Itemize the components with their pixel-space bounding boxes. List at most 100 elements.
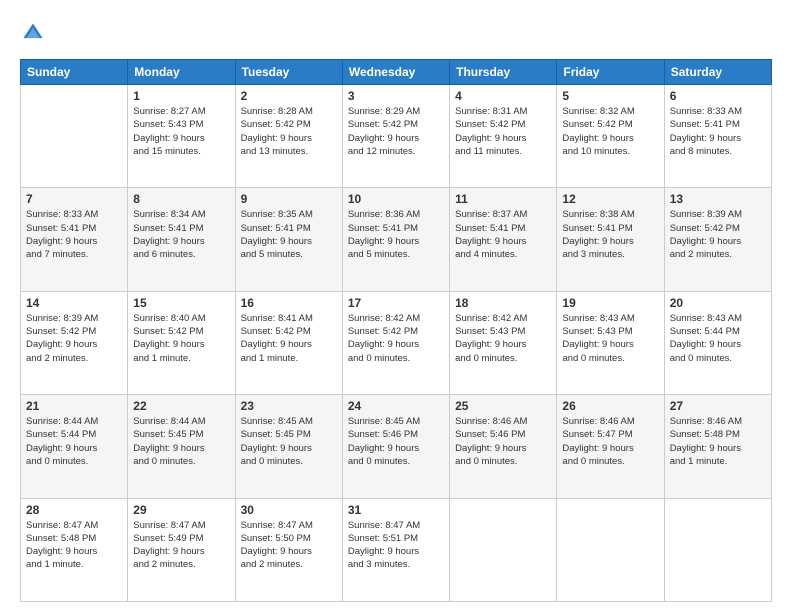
- calendar-cell: 10 Sunrise: 8:36 AM Sunset: 5:41 PM Dayli…: [342, 188, 449, 291]
- day-info: Sunrise: 8:32 AM Sunset: 5:42 PM Dayligh…: [562, 105, 658, 158]
- day-number: 7: [26, 192, 122, 206]
- calendar-cell: 7Sunrise: 8:33 AM Sunset: 5:41 PM Daylig…: [21, 188, 128, 291]
- calendar-cell: [450, 498, 557, 601]
- day-number: 28: [26, 503, 122, 517]
- day-info: Sunrise: 8:36 AM Sunset: 5:41 PM Dayligh…: [348, 208, 444, 261]
- calendar-cell: 9 Sunrise: 8:35 AM Sunset: 5:41 PM Daylig…: [235, 188, 342, 291]
- day-number: 13: [670, 192, 766, 206]
- day-info: Sunrise: 8:47 AM Sunset: 5:50 PM Dayligh…: [241, 519, 337, 572]
- day-info: Sunrise: 8:41 AM Sunset: 5:42 PM Dayligh…: [241, 312, 337, 365]
- calendar-cell: 13 Sunrise: 8:39 AM Sunset: 5:42 PM Dayli…: [664, 188, 771, 291]
- weekday-header-monday: Monday: [128, 60, 235, 85]
- day-number: 3: [348, 89, 444, 103]
- day-number: 25: [455, 399, 551, 413]
- day-info: Sunrise: 8:35 AM Sunset: 5:41 PM Dayligh…: [241, 208, 337, 261]
- day-number: 29: [133, 503, 229, 517]
- day-info: Sunrise: 8:47 AM Sunset: 5:49 PM Dayligh…: [133, 519, 229, 572]
- calendar-cell: 26 Sunrise: 8:46 AM Sunset: 5:47 PM Dayli…: [557, 395, 664, 498]
- day-number: 20: [670, 296, 766, 310]
- weekday-header-sunday: Sunday: [21, 60, 128, 85]
- day-number: 27: [670, 399, 766, 413]
- calendar-cell: 6 Sunrise: 8:33 AM Sunset: 5:41 PM Daylig…: [664, 85, 771, 188]
- day-number: 9: [241, 192, 337, 206]
- calendar-cell: 14Sunrise: 8:39 AM Sunset: 5:42 PM Dayli…: [21, 291, 128, 394]
- day-info: Sunrise: 8:33 AM Sunset: 5:41 PM Dayligh…: [670, 105, 766, 158]
- calendar-cell: 4 Sunrise: 8:31 AM Sunset: 5:42 PM Daylig…: [450, 85, 557, 188]
- calendar-cell: 18 Sunrise: 8:42 AM Sunset: 5:43 PM Dayli…: [450, 291, 557, 394]
- calendar-cell: 24 Sunrise: 8:45 AM Sunset: 5:46 PM Dayli…: [342, 395, 449, 498]
- day-info: Sunrise: 8:46 AM Sunset: 5:46 PM Dayligh…: [455, 415, 551, 468]
- day-info: Sunrise: 8:47 AM Sunset: 5:48 PM Dayligh…: [26, 519, 122, 572]
- day-info: Sunrise: 8:45 AM Sunset: 5:46 PM Dayligh…: [348, 415, 444, 468]
- day-number: 15: [133, 296, 229, 310]
- day-info: Sunrise: 8:47 AM Sunset: 5:51 PM Dayligh…: [348, 519, 444, 572]
- day-info: Sunrise: 8:37 AM Sunset: 5:41 PM Dayligh…: [455, 208, 551, 261]
- day-info: Sunrise: 8:27 AM Sunset: 5:43 PM Dayligh…: [133, 105, 229, 158]
- calendar-cell: 8 Sunrise: 8:34 AM Sunset: 5:41 PM Daylig…: [128, 188, 235, 291]
- day-info: Sunrise: 8:39 AM Sunset: 5:42 PM Dayligh…: [26, 312, 122, 365]
- day-info: Sunrise: 8:42 AM Sunset: 5:42 PM Dayligh…: [348, 312, 444, 365]
- day-info: Sunrise: 8:44 AM Sunset: 5:45 PM Dayligh…: [133, 415, 229, 468]
- day-number: 17: [348, 296, 444, 310]
- weekday-header-saturday: Saturday: [664, 60, 771, 85]
- day-info: Sunrise: 8:40 AM Sunset: 5:42 PM Dayligh…: [133, 312, 229, 365]
- calendar-cell: 11 Sunrise: 8:37 AM Sunset: 5:41 PM Dayli…: [450, 188, 557, 291]
- calendar-cell: [557, 498, 664, 601]
- day-number: 11: [455, 192, 551, 206]
- calendar-cell: 28 Sunrise: 8:47 AM Sunset: 5:48 PM Dayli…: [21, 498, 128, 601]
- calendar-cell: 15 Sunrise: 8:40 AM Sunset: 5:42 PM Dayli…: [128, 291, 235, 394]
- day-info: Sunrise: 8:46 AM Sunset: 5:48 PM Dayligh…: [670, 415, 766, 468]
- day-info: Sunrise: 8:29 AM Sunset: 5:42 PM Dayligh…: [348, 105, 444, 158]
- calendar-cell: 29 Sunrise: 8:47 AM Sunset: 5:49 PM Dayli…: [128, 498, 235, 601]
- calendar-cell: 20 Sunrise: 8:43 AM Sunset: 5:44 PM Dayli…: [664, 291, 771, 394]
- day-number: 4: [455, 89, 551, 103]
- calendar-week-3: 14Sunrise: 8:39 AM Sunset: 5:42 PM Dayli…: [21, 291, 772, 394]
- calendar-cell: 25 Sunrise: 8:46 AM Sunset: 5:46 PM Dayli…: [450, 395, 557, 498]
- calendar-week-2: 7Sunrise: 8:33 AM Sunset: 5:41 PM Daylig…: [21, 188, 772, 291]
- calendar-cell: 27 Sunrise: 8:46 AM Sunset: 5:48 PM Dayli…: [664, 395, 771, 498]
- calendar-cell: [21, 85, 128, 188]
- day-number: 18: [455, 296, 551, 310]
- calendar-cell: 23 Sunrise: 8:45 AM Sunset: 5:45 PM Dayli…: [235, 395, 342, 498]
- calendar-cell: 19 Sunrise: 8:43 AM Sunset: 5:43 PM Dayli…: [557, 291, 664, 394]
- calendar-week-5: 28 Sunrise: 8:47 AM Sunset: 5:48 PM Dayli…: [21, 498, 772, 601]
- calendar-cell: 5 Sunrise: 8:32 AM Sunset: 5:42 PM Daylig…: [557, 85, 664, 188]
- day-number: 22: [133, 399, 229, 413]
- day-info: Sunrise: 8:42 AM Sunset: 5:43 PM Dayligh…: [455, 312, 551, 365]
- weekday-header-wednesday: Wednesday: [342, 60, 449, 85]
- day-info: Sunrise: 8:43 AM Sunset: 5:44 PM Dayligh…: [670, 312, 766, 365]
- day-info: Sunrise: 8:31 AM Sunset: 5:42 PM Dayligh…: [455, 105, 551, 158]
- calendar-cell: 2Sunrise: 8:28 AM Sunset: 5:42 PM Daylig…: [235, 85, 342, 188]
- day-info: Sunrise: 8:38 AM Sunset: 5:41 PM Dayligh…: [562, 208, 658, 261]
- calendar-cell: 1 Sunrise: 8:27 AM Sunset: 5:43 PM Daylig…: [128, 85, 235, 188]
- day-info: Sunrise: 8:39 AM Sunset: 5:42 PM Dayligh…: [670, 208, 766, 261]
- day-info: Sunrise: 8:43 AM Sunset: 5:43 PM Dayligh…: [562, 312, 658, 365]
- day-number: 1: [133, 89, 229, 103]
- logo: [20, 22, 44, 49]
- day-info: Sunrise: 8:45 AM Sunset: 5:45 PM Dayligh…: [241, 415, 337, 468]
- calendar-week-1: 1 Sunrise: 8:27 AM Sunset: 5:43 PM Daylig…: [21, 85, 772, 188]
- day-number: 10: [348, 192, 444, 206]
- weekday-header-tuesday: Tuesday: [235, 60, 342, 85]
- day-number: 8: [133, 192, 229, 206]
- calendar-cell: 31 Sunrise: 8:47 AM Sunset: 5:51 PM Dayli…: [342, 498, 449, 601]
- weekday-header-thursday: Thursday: [450, 60, 557, 85]
- day-number: 5: [562, 89, 658, 103]
- day-number: 19: [562, 296, 658, 310]
- calendar-cell: 16 Sunrise: 8:41 AM Sunset: 5:42 PM Dayli…: [235, 291, 342, 394]
- page-header: [20, 18, 772, 49]
- weekday-header-friday: Friday: [557, 60, 664, 85]
- calendar-cell: 3 Sunrise: 8:29 AM Sunset: 5:42 PM Daylig…: [342, 85, 449, 188]
- day-number: 24: [348, 399, 444, 413]
- day-number: 26: [562, 399, 658, 413]
- day-number: 31: [348, 503, 444, 517]
- day-number: 16: [241, 296, 337, 310]
- calendar-cell: 17 Sunrise: 8:42 AM Sunset: 5:42 PM Dayli…: [342, 291, 449, 394]
- day-info: Sunrise: 8:44 AM Sunset: 5:44 PM Dayligh…: [26, 415, 122, 468]
- day-info: Sunrise: 8:46 AM Sunset: 5:47 PM Dayligh…: [562, 415, 658, 468]
- day-number: 2: [241, 89, 337, 103]
- calendar-week-4: 21Sunrise: 8:44 AM Sunset: 5:44 PM Dayli…: [21, 395, 772, 498]
- day-number: 6: [670, 89, 766, 103]
- day-number: 23: [241, 399, 337, 413]
- day-info: Sunrise: 8:34 AM Sunset: 5:41 PM Dayligh…: [133, 208, 229, 261]
